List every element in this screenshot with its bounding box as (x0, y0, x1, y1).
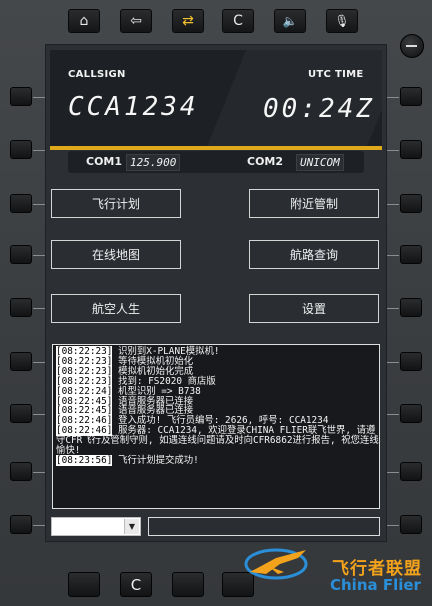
microphone-button[interactable]: 🎙 (326, 9, 358, 33)
speaker-button[interactable]: 🔈 (274, 9, 306, 33)
bottom-button-3[interactable] (172, 572, 204, 597)
right-side-button-3[interactable] (400, 194, 422, 213)
utc-time-label: UTC TIME (308, 69, 364, 80)
online-map-button[interactable]: 在线地图 (51, 240, 181, 269)
log-line: [08:23:56] 飞行计划提交成功! (56, 454, 379, 466)
back-button[interactable]: ⇦ (120, 9, 152, 33)
chevron-down-icon[interactable]: ▼ (124, 519, 139, 534)
message-log[interactable]: [08:22:23] 识别到X-PLANE模拟机! [08:22:23] 等待模拟… (52, 344, 380, 509)
bottom-clear-button[interactable]: C (120, 572, 152, 597)
settings-button[interactable]: 设置 (249, 294, 379, 323)
callsign-label: CALLSIGN (68, 69, 126, 80)
divider (33, 414, 45, 415)
left-side-button-8[interactable] (10, 462, 32, 481)
divider (387, 308, 399, 309)
left-side-button-7[interactable] (10, 404, 32, 423)
log-timestamp: [08:23:56] (56, 454, 113, 466)
log-timestamp: [08:22:24] (56, 385, 113, 397)
divider (387, 97, 399, 98)
home-icon: ⌂ (79, 13, 89, 29)
divider (33, 204, 45, 205)
left-side-button-1[interactable] (10, 87, 32, 106)
left-side-button-4[interactable] (10, 245, 32, 264)
swap-button[interactable]: ⇄ (172, 9, 204, 33)
utc-time-display: 00:24Z (263, 94, 375, 124)
left-side-button-3[interactable] (10, 194, 32, 213)
com1-label: COM1 (86, 155, 123, 168)
right-side-button-1[interactable] (400, 87, 422, 106)
callsign-display: CCA1234 (68, 92, 199, 122)
divider (387, 525, 399, 526)
divider (387, 204, 399, 205)
left-side-button-2[interactable] (10, 140, 32, 159)
right-side-button-6[interactable] (400, 352, 422, 371)
aviation-life-button[interactable]: 航空人生 (51, 294, 181, 323)
divider (387, 362, 399, 363)
cfr-client-panel: ⌂ ⇦ ⇄ C 🔈 🎙 CALLSIGN CCA1234 UTC TIME 00… (0, 0, 432, 606)
divider (33, 150, 45, 151)
clear-icon: C (130, 575, 142, 594)
log-line: [08:22:46] 服务器: CCA1234, 欢迎登录CHINA FLIER… (56, 425, 379, 456)
right-side-button-8[interactable] (400, 462, 422, 481)
divider (387, 150, 399, 151)
right-side-button-4[interactable] (400, 245, 422, 264)
clear-button[interactable]: C (222, 9, 254, 33)
right-side-button-7[interactable] (400, 404, 422, 423)
left-side-button-5[interactable] (10, 298, 32, 317)
minimize-button[interactable] (400, 34, 424, 58)
divider (33, 255, 45, 256)
swap-icon: ⇄ (182, 13, 194, 29)
divider (33, 362, 45, 363)
speaker-icon: 🔈 (282, 14, 298, 28)
microphone-icon: 🎙 (334, 14, 350, 28)
channel-select[interactable]: ▼ (51, 517, 141, 536)
com1-frequency[interactable]: 125.900 (126, 154, 181, 171)
clear-icon: C (233, 13, 243, 29)
watermark-en: China Flier (330, 576, 421, 594)
right-side-button-2[interactable] (400, 140, 422, 159)
com2-frequency[interactable]: UNICOM (296, 154, 344, 171)
right-side-button-5[interactable] (400, 298, 422, 317)
flight-plan-button[interactable]: 飞行计划 (51, 189, 181, 218)
divider (33, 525, 45, 526)
bottom-button-1[interactable] (68, 572, 100, 597)
left-side-button-6[interactable] (10, 352, 32, 371)
divider (33, 97, 45, 98)
back-arrow-icon: ⇦ (130, 13, 142, 29)
accent-bar (50, 146, 382, 150)
com2-label: COM2 (247, 155, 284, 168)
home-button[interactable]: ⌂ (68, 9, 100, 33)
divider (387, 414, 399, 415)
log-message: 飞行计划提交成功! (112, 454, 199, 466)
divider (387, 472, 399, 473)
left-side-button-9[interactable] (10, 515, 32, 534)
divider (33, 472, 45, 473)
approach-control-button[interactable]: 附近管制 (249, 189, 379, 218)
divider (387, 255, 399, 256)
route-query-button[interactable]: 航路查询 (249, 240, 379, 269)
divider (33, 308, 45, 309)
